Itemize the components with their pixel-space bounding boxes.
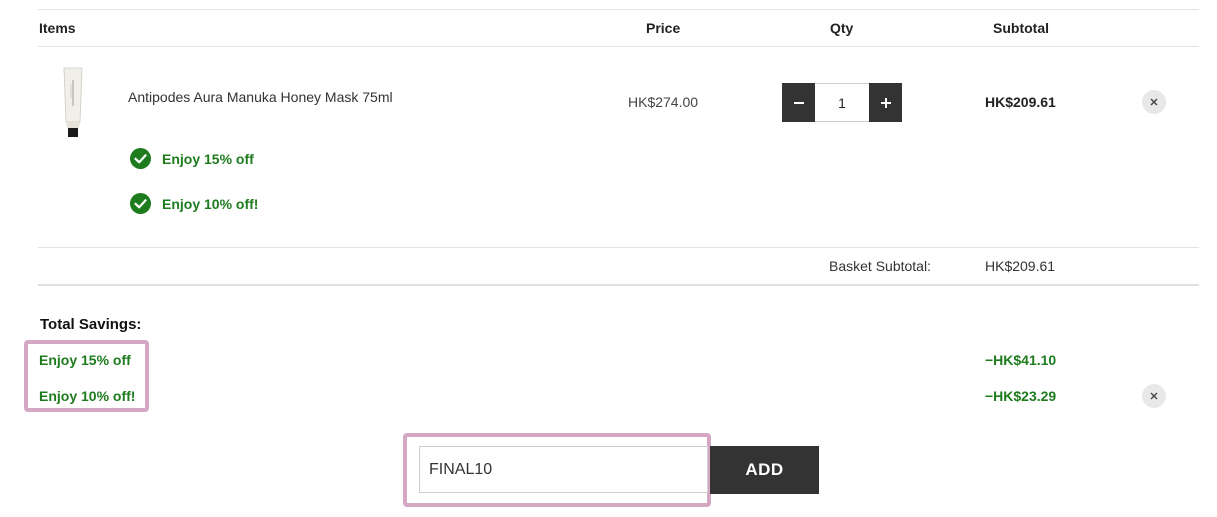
promotion-label: Enjoy 10% off! (162, 195, 259, 212)
close-icon (1150, 392, 1158, 400)
check-circle-icon (130, 193, 151, 214)
promotion-item: Enjoy 10% off! (130, 193, 258, 214)
top-divider (38, 9, 1199, 10)
saving-amount: −HK$41.10 (985, 352, 1057, 368)
quantity-input[interactable]: 1 (815, 83, 869, 122)
basket-subtotal-label: Basket Subtotal: (829, 258, 931, 274)
saving-name: Enjoy 10% off! (39, 388, 136, 404)
quantity-stepper: 1 (782, 83, 902, 122)
header-divider (38, 46, 1199, 47)
promotion-label: Enjoy 15% off (162, 150, 254, 167)
add-code-button[interactable]: ADD (710, 446, 819, 494)
saving-name: Enjoy 15% off (39, 352, 131, 368)
price-header: Price (646, 20, 681, 36)
discount-code-input[interactable]: FINAL10 (419, 446, 708, 493)
minus-icon (793, 101, 804, 104)
total-savings-title: Total Savings: (40, 316, 142, 333)
qty-header: Qty (830, 20, 854, 36)
product-name[interactable]: Antipodes Aura Manuka Honey Mask 75ml (128, 89, 393, 105)
remove-discount-button[interactable] (1142, 384, 1166, 408)
saving-amount: −HK$23.29 (985, 388, 1057, 404)
remove-item-button[interactable] (1142, 90, 1166, 114)
basket-divider (38, 284, 1199, 286)
item-subtotal: HK$209.61 (985, 94, 1056, 110)
check-circle-icon (130, 148, 151, 169)
close-icon (1150, 98, 1158, 106)
subtotal-header: Subtotal (993, 20, 1049, 36)
promotion-item: Enjoy 15% off (130, 148, 254, 169)
basket-subtotal-value: HK$209.61 (985, 258, 1056, 274)
item-divider (38, 247, 1199, 248)
items-header: Items (39, 20, 76, 36)
product-image[interactable] (60, 66, 86, 138)
plus-icon (880, 97, 891, 108)
product-price: HK$274.00 (628, 94, 699, 110)
increase-quantity-button[interactable] (869, 83, 902, 122)
decrease-quantity-button[interactable] (782, 83, 815, 122)
